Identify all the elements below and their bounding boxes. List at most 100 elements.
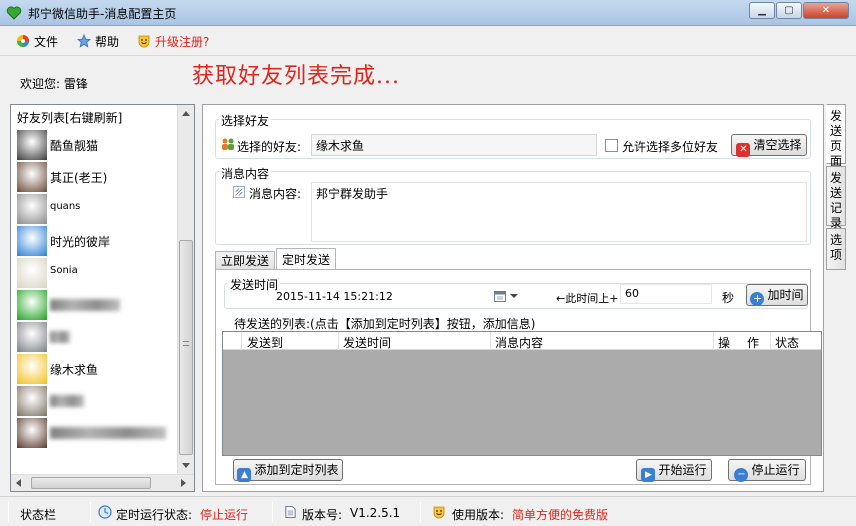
friend-name: 酷鱼靓猫: [50, 139, 99, 153]
star-icon: [77, 34, 91, 48]
calendar-icon: [494, 291, 506, 302]
side-tab-send-page[interactable]: 发送页面: [826, 104, 846, 168]
friend-name: Sonia: [50, 265, 78, 276]
friend-list-item[interactable]: [15, 385, 175, 417]
column-send-to[interactable]: 发送到: [247, 334, 283, 351]
vscroll-thumb[interactable]: [179, 240, 193, 455]
column-status[interactable]: 状态: [775, 334, 799, 351]
column-message[interactable]: 消息内容: [495, 334, 543, 351]
message-edit-icon: [233, 186, 245, 198]
side-tab-options[interactable]: 选项: [826, 228, 846, 270]
tab-scheduled[interactable]: 定时发送: [276, 248, 337, 270]
window-title: 邦宁微信助手-消息配置主页: [28, 7, 177, 21]
friend-name: 时光的彼岸: [50, 235, 111, 249]
column-separator: [490, 332, 491, 350]
friend-list-item[interactable]: quans: [15, 193, 175, 225]
friend-list-item[interactable]: 其正(老王): [15, 161, 175, 193]
refresh-clock-icon: [98, 505, 112, 519]
status-bar-label: 状态栏: [20, 508, 57, 522]
friends-icon: [222, 138, 234, 150]
side-tab-send-page-label: 发送页面: [829, 109, 842, 168]
status-bar: 状态栏 定时运行状态: 停止运行 版本号: V1.2.5.1 使用版本: 简单方…: [0, 496, 856, 526]
clear-selection-button[interactable]: ✕ 清空选择: [731, 134, 807, 157]
side-tab-send-log[interactable]: 发送记录: [826, 166, 846, 230]
allow-multi-friend-label: 允许选择多位好友: [622, 140, 719, 154]
color-wheel-icon: [17, 35, 29, 47]
message-content-label: 消息内容:: [249, 187, 302, 201]
menu-upgrade[interactable]: 升级注册?: [137, 33, 209, 51]
add-time-button[interactable]: + 加时间: [746, 284, 808, 306]
time-offset-label: ←此时间上+: [556, 292, 619, 305]
calendar-dropdown-button[interactable]: [492, 287, 520, 305]
friend-list-hscrollbar[interactable]: [11, 474, 194, 491]
time-offset-field[interactable]: 60: [620, 284, 712, 304]
avatar: [17, 354, 47, 384]
column-separator: [770, 332, 771, 350]
chevron-down-icon: [510, 294, 518, 298]
status-separator: [90, 502, 91, 522]
avatar: [17, 322, 47, 352]
selected-friend-label: 选择的好友:: [237, 140, 302, 154]
friend-list-item[interactable]: 酷鱼靓猫: [15, 129, 175, 161]
scroll-right-arrow-icon[interactable]: [181, 479, 186, 487]
app-heart-icon: [6, 6, 22, 20]
status-banner: 获取好友列表完成...: [192, 64, 400, 89]
avatar: [17, 226, 47, 256]
edition-value: 简单方便的免费版: [512, 508, 609, 522]
version-value: V1.2.5.1: [350, 506, 401, 520]
scroll-up-arrow-icon[interactable]: [182, 111, 190, 116]
friend-list-vscrollbar[interactable]: [177, 105, 194, 475]
column-action-1[interactable]: 操: [718, 334, 730, 351]
add-plus-icon: +: [750, 292, 765, 306]
start-label: 开始运行: [658, 463, 707, 477]
tab-send-now[interactable]: 立即发送: [215, 251, 276, 269]
side-tab-options-label: 选项: [829, 233, 842, 262]
column-action-2[interactable]: 作: [747, 334, 759, 351]
add-to-schedule-button[interactable]: ▲ 添加到定时列表: [233, 459, 343, 482]
menu-file[interactable]: 文件: [16, 33, 58, 51]
friend-list-item[interactable]: [15, 289, 175, 321]
maximize-button[interactable]: ▢: [776, 2, 802, 19]
stop-label: 停止运行: [751, 463, 800, 477]
scroll-down-arrow-icon[interactable]: [182, 463, 190, 468]
column-separator: [713, 332, 714, 350]
friend-list[interactable]: 酷鱼靓猫其正(老王) quans 时光的彼岸 Sonia 缘木求鱼: [15, 129, 175, 449]
friend-name: 缘木求鱼: [50, 363, 99, 377]
avatar: [17, 258, 47, 288]
obscured-name: [50, 427, 166, 439]
allow-multi-friend-checkbox[interactable]: [605, 139, 618, 152]
hscroll-thumb[interactable]: [31, 477, 151, 489]
minimize-button[interactable]: ▁: [749, 2, 775, 19]
friend-list-item[interactable]: [15, 417, 175, 449]
menu-help[interactable]: 帮助: [77, 33, 119, 51]
menu-bar: 文件 帮助 升级注册?: [0, 26, 856, 56]
welcome-user: 雷锋: [63, 77, 88, 91]
start-button[interactable]: ▶ 开始运行: [636, 459, 712, 482]
edition-label: 使用版本:: [452, 508, 505, 522]
friend-name: 其正(老王): [50, 171, 108, 185]
seconds-unit-label: 秒: [722, 291, 735, 305]
obscured-name: [50, 331, 70, 343]
send-datetime-field[interactable]: 2015-11-14 15:21:12: [276, 290, 393, 303]
avatar: [17, 418, 47, 448]
close-button[interactable]: ✕: [803, 2, 849, 19]
obscured-name: [50, 395, 84, 407]
pending-list-grid[interactable]: 发送到 发送时间 消息内容 操 作 状态: [222, 331, 822, 456]
selected-friend-field[interactable]: 缘木求鱼: [311, 134, 597, 156]
friend-list-item[interactable]: 缘木求鱼: [15, 353, 175, 385]
message-content-textarea[interactable]: 邦宁群发助手: [311, 182, 807, 242]
column-send-time[interactable]: 发送时间: [343, 334, 391, 351]
clear-selection-label: 清空选择: [753, 138, 802, 152]
smiley-shield-icon: [138, 35, 150, 48]
scroll-left-arrow-icon[interactable]: [16, 479, 21, 487]
friend-list-item[interactable]: [15, 321, 175, 353]
friend-list-item[interactable]: Sonia: [15, 257, 175, 289]
upload-arrow-icon: ▲: [237, 468, 252, 482]
menu-upgrade-label: 升级注册?: [155, 35, 210, 49]
status-separator: [272, 502, 273, 522]
stop-button[interactable]: − 停止运行: [728, 459, 806, 482]
send-page-panel: 选择好友 选择的好友: 缘木求鱼 允许选择多位好友 ✕ 清空选择 消息内容 消息内…: [202, 104, 824, 492]
clear-x-icon: ✕: [736, 143, 751, 157]
friend-list-item[interactable]: 时光的彼岸: [15, 225, 175, 257]
pending-list-caption: 待发送的列表:(点击【添加到定时列表】按钮，添加信息): [234, 317, 536, 331]
